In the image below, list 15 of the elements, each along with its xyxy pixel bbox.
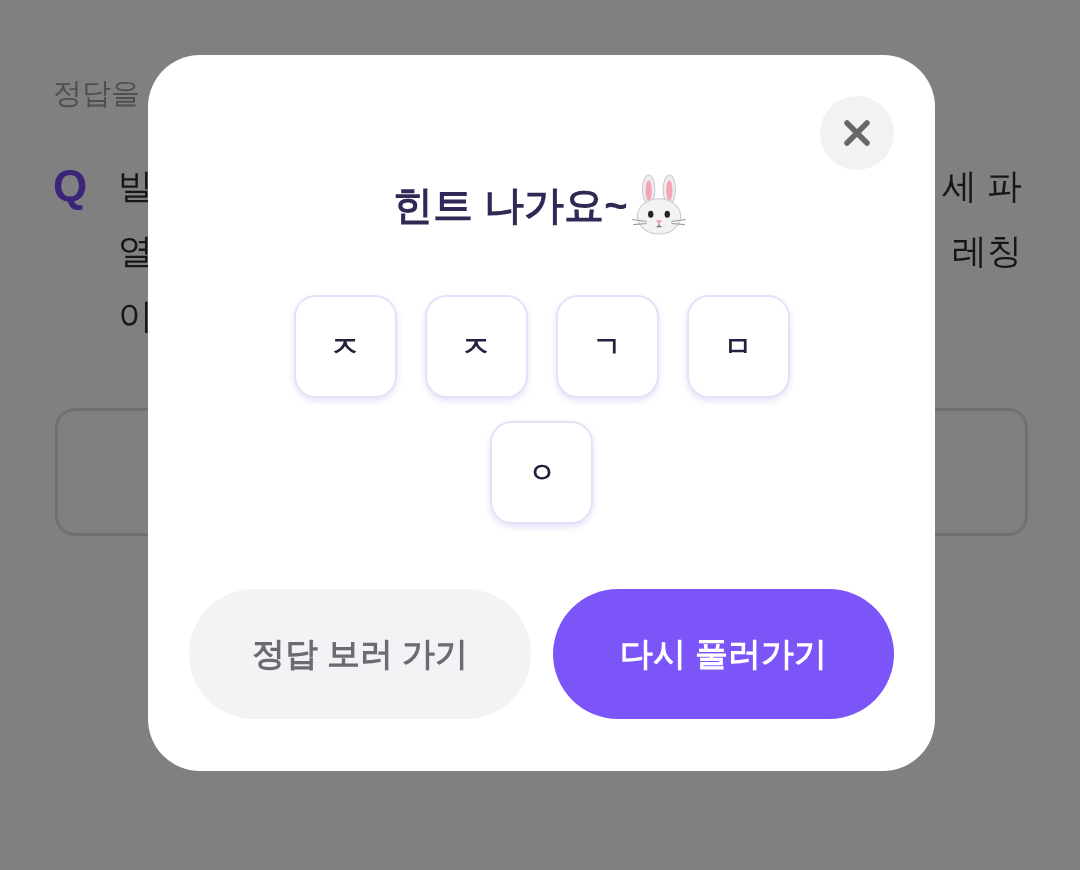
question-text: 열	[118, 230, 153, 272]
question-text: 레칭	[952, 230, 1022, 272]
hint-letter-tile: ㄱ	[555, 295, 659, 398]
question-text: 빌	[118, 165, 153, 207]
hint-letter-tile: ㅇ	[490, 421, 593, 524]
retry-button[interactable]: 다시 풀러가기	[552, 589, 894, 719]
hint-letter-tile: ㅈ	[293, 295, 397, 398]
show-answer-button[interactable]: 정답 보러 가기	[189, 589, 531, 719]
question-text: 이	[118, 295, 153, 337]
hint-letter-tile: ㅈ	[424, 295, 528, 398]
question-text: 세 파	[942, 165, 1022, 207]
hint-letter-tile: ㅁ	[686, 295, 790, 398]
question-mark: Q	[53, 160, 89, 212]
dialog-title: 힌트 나가요~	[393, 182, 628, 229]
close-icon	[844, 120, 870, 146]
